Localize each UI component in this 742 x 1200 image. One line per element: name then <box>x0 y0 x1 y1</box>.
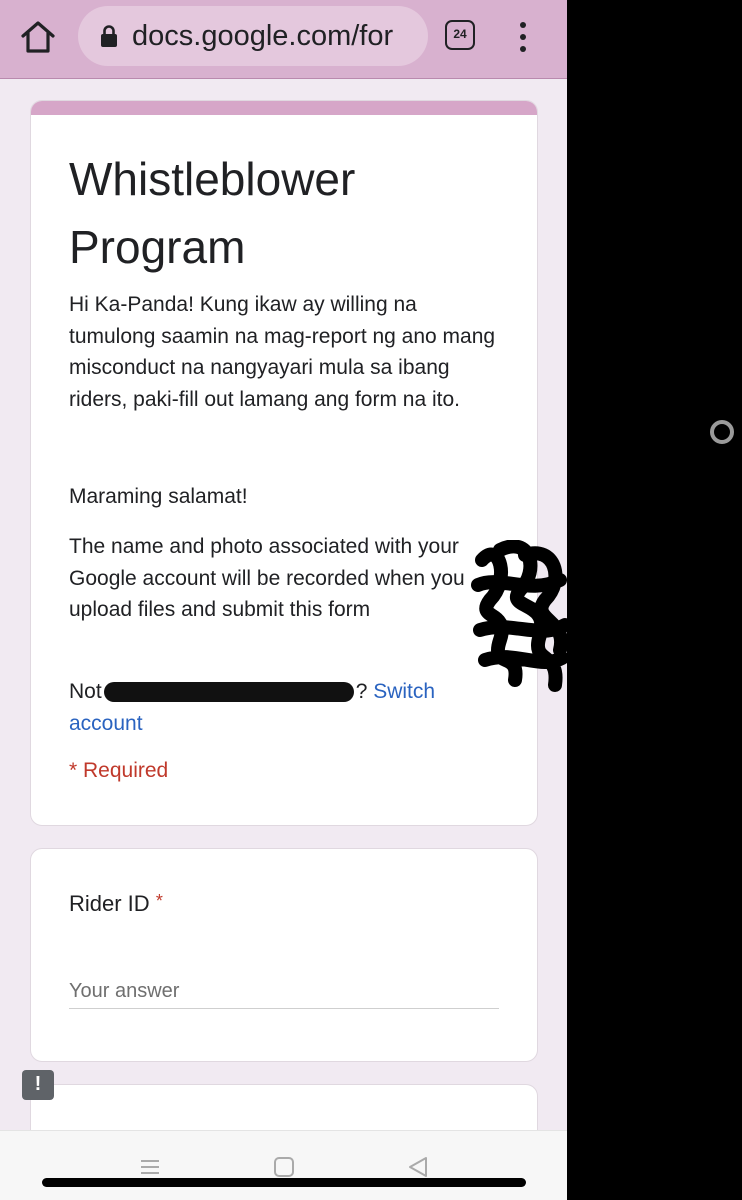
system-nav-bar <box>0 1130 567 1200</box>
more-vert-icon[interactable] <box>508 18 538 58</box>
not-suffix: ? <box>355 680 368 703</box>
tabs-icon[interactable]: 24 <box>445 20 475 50</box>
back-icon[interactable] <box>404 1153 432 1181</box>
question-label: Rider ID * <box>69 891 163 917</box>
redacted-email <box>103 682 354 703</box>
lock-icon <box>98 24 120 48</box>
form-title: Whistleblower Program <box>69 153 356 273</box>
url-text: docs.google.com/for <box>132 20 394 52</box>
side-handle-icon[interactable] <box>710 420 734 444</box>
gesture-bar[interactable] <box>42 1178 526 1187</box>
question-card: Rider ID * <box>30 848 538 1062</box>
nav-home-icon[interactable] <box>270 1153 298 1181</box>
form-description: Hi Ka-Panda! Kung ikaw ay willing na tum… <box>69 293 496 411</box>
home-icon[interactable] <box>18 19 58 55</box>
account-notice: The name and photo associated with your … <box>69 535 465 621</box>
form-header-card: Whistleblower Program Hi Ka-Panda! Kung … <box>30 100 538 826</box>
thanks-text: Maraming salamat! <box>69 485 248 508</box>
required-note: * Required <box>69 759 169 782</box>
question-text: Rider ID <box>69 891 150 916</box>
header-accent-bar <box>31 101 537 115</box>
redaction-scribble <box>471 540 570 692</box>
account-line: Not? Switch account <box>69 676 509 739</box>
rider-id-input[interactable] <box>69 974 499 1009</box>
browser-toolbar: docs.google.com/for 24 <box>0 0 567 79</box>
not-prefix: Not <box>69 680 102 703</box>
feedback-icon[interactable]: ! <box>22 1070 54 1100</box>
address-bar[interactable]: docs.google.com/for <box>78 6 428 66</box>
recents-icon[interactable] <box>136 1153 164 1181</box>
required-asterisk: * <box>155 891 163 911</box>
